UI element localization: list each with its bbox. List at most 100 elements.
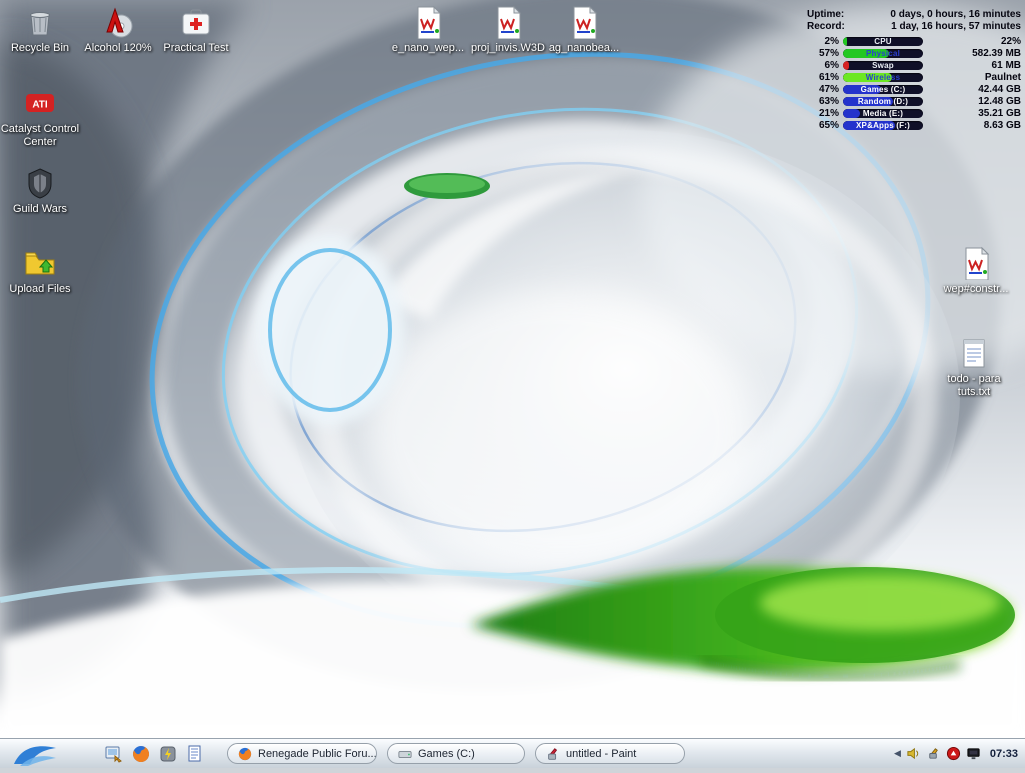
desktop-icon-e-nano-wep[interactable]: e_nano_wep...	[388, 5, 468, 55]
meter-value: 12.48 GB	[927, 96, 1021, 107]
start-button[interactable]	[0, 739, 70, 769]
desktop-icon-ag-nanobea[interactable]: ag_nanobea...	[544, 5, 624, 55]
svg-text:ATI: ATI	[32, 100, 48, 111]
desktop-icon-alcohol[interactable]: Alcohol 120%	[78, 5, 158, 55]
meter-pct: 47%	[807, 84, 839, 95]
meter-label: Wireless	[843, 73, 923, 82]
record-label: Record:	[807, 21, 845, 33]
upload-folder-icon	[23, 246, 57, 280]
meter-pct: 61%	[807, 72, 839, 83]
quick-launch-bar	[104, 744, 205, 764]
desktop-icon-label: ag_nanobea...	[549, 42, 619, 55]
meter-pct: 6%	[807, 60, 839, 71]
desktop-icon-proj-invis[interactable]: proj_invis.W3D	[468, 5, 548, 55]
meter-value: Paulnet	[927, 72, 1021, 83]
taskbar-clock[interactable]: 07:33	[990, 748, 1018, 760]
sysmon-meter-row-wireless: 61% Wireless Paulnet	[807, 71, 1021, 83]
meter-bar: CPU	[843, 37, 923, 46]
meter-label: Physical	[843, 49, 923, 58]
uptime-label: Uptime:	[807, 9, 844, 21]
desktop-icon-guild-wars[interactable]: Guild Wars	[0, 166, 80, 216]
w3d-file-icon	[491, 5, 525, 39]
alcohol-icon	[101, 5, 135, 39]
w3d-file-icon	[959, 246, 993, 280]
first-aid-icon	[179, 5, 213, 39]
meter-label: XP&Apps (F:)	[843, 121, 923, 130]
desktop: Recycle Bin Alcohol 120% Practical Test …	[0, 0, 1025, 738]
meter-value: 35.21 GB	[927, 108, 1021, 119]
meter-value: 22%	[927, 36, 1021, 47]
sysmon-meter-row-cpu: 2% CPU 22%	[807, 35, 1021, 47]
tray-collapse-icon[interactable]: ◀	[894, 748, 901, 759]
quicklaunch-document-icon[interactable]	[185, 744, 205, 764]
drive-icon	[398, 747, 412, 761]
desktop-icon-label: wep#constr...	[944, 283, 1009, 296]
desktop-icon-label: proj_invis.W3D	[471, 42, 545, 55]
meter-bar: Swap	[843, 61, 923, 70]
desktop-icon-label: Upload Files	[9, 283, 70, 296]
firefox-icon	[238, 747, 252, 761]
meter-pct: 57%	[807, 48, 839, 59]
guild-wars-icon	[23, 166, 57, 200]
task-button-group: Renegade Public Foru... Games (C:) untit…	[227, 743, 685, 764]
desktop-icon-catalyst[interactable]: ATI Catalyst Control Center	[0, 86, 80, 148]
meter-label: Swap	[843, 61, 923, 70]
sysmon-meter-row-swap: 6% Swap 61 MB	[807, 59, 1021, 71]
sysmon-meter-row-drive-c: 47% Games (C:) 42.44 GB	[807, 83, 1021, 95]
start-logo-icon	[11, 742, 59, 766]
meter-bar: Wireless	[843, 73, 923, 82]
meter-label: Games (C:)	[843, 85, 923, 94]
desktop-icon-wep-constr[interactable]: wep#constr...	[936, 246, 1016, 296]
meter-label: CPU	[843, 37, 923, 46]
paint-icon	[546, 747, 560, 761]
display-tray-icon[interactable]	[966, 746, 981, 761]
task-button-label: Renegade Public Foru...	[258, 748, 377, 760]
desktop-icon-upload-files[interactable]: Upload Files	[0, 246, 80, 296]
uptime-value: 0 days, 0 hours, 16 minutes	[890, 9, 1021, 21]
sysmon-meter-row-drive-d: 63% Random (D:) 12.48 GB	[807, 95, 1021, 107]
meter-value: 582.39 MB	[927, 48, 1021, 59]
sysmon-meter-row-physical: 57% Physical 582.39 MB	[807, 47, 1021, 59]
desktop-icon-label: Guild Wars	[13, 203, 67, 216]
meter-bar: Media (E:)	[843, 109, 923, 118]
task-button-games-c[interactable]: Games (C:)	[387, 743, 525, 764]
quicklaunch-firefox-icon[interactable]	[131, 744, 151, 764]
quicklaunch-show-desktop-icon[interactable]	[104, 744, 124, 764]
meter-bar: XP&Apps (F:)	[843, 121, 923, 130]
text-file-icon	[957, 336, 991, 370]
ati-tray-icon[interactable]	[946, 746, 961, 761]
task-button-label: Games (C:)	[418, 748, 475, 760]
volume-icon[interactable]	[906, 746, 921, 761]
taskbar: Renegade Public Foru... Games (C:) untit…	[0, 738, 1025, 768]
quicklaunch-winamp-icon[interactable]	[158, 744, 178, 764]
ati-catalyst-icon: ATI	[23, 86, 57, 120]
w3d-file-icon	[567, 5, 601, 39]
meter-pct: 63%	[807, 96, 839, 107]
desktop-icon-label: e_nano_wep...	[392, 42, 464, 55]
desktop-icon-todo-txt[interactable]: todo - para tuts.txt	[934, 336, 1014, 398]
sysmon-meter-row-drive-f: 65% XP&Apps (F:) 8.63 GB	[807, 119, 1021, 131]
desktop-icon-label: Recycle Bin	[11, 42, 69, 55]
sysmon-meter-row-drive-e: 21% Media (E:) 35.21 GB	[807, 107, 1021, 119]
task-button-firefox[interactable]: Renegade Public Foru...	[227, 743, 377, 764]
meter-value: 61 MB	[927, 60, 1021, 71]
desktop-icon-practical-test[interactable]: Practical Test	[156, 5, 236, 55]
sysmon-uptime-row: Uptime: 0 days, 0 hours, 16 minutes	[807, 9, 1021, 21]
meter-pct: 21%	[807, 108, 839, 119]
desktop-icon-label: Alcohol 120%	[84, 42, 151, 55]
meter-value: 42.44 GB	[927, 84, 1021, 95]
paint-tray-icon[interactable]	[926, 746, 941, 761]
meter-pct: 2%	[807, 36, 839, 47]
recycle-bin-icon	[23, 5, 57, 39]
system-tray: ◀ 07:33	[894, 746, 1025, 761]
task-button-paint[interactable]: untitled - Paint	[535, 743, 685, 764]
meter-bar: Physical	[843, 49, 923, 58]
sysmon-record-row: Record: 1 day, 16 hours, 57 minutes	[807, 21, 1021, 33]
record-value: 1 day, 16 hours, 57 minutes	[891, 21, 1021, 33]
desktop-icon-recycle-bin[interactable]: Recycle Bin	[0, 5, 80, 55]
meter-value: 8.63 GB	[927, 120, 1021, 131]
task-button-label: untitled - Paint	[566, 748, 636, 760]
meter-label: Random (D:)	[843, 97, 923, 106]
desktop-icon-label: Practical Test	[163, 42, 228, 55]
desktop-icon-label: Catalyst Control Center	[0, 123, 80, 148]
